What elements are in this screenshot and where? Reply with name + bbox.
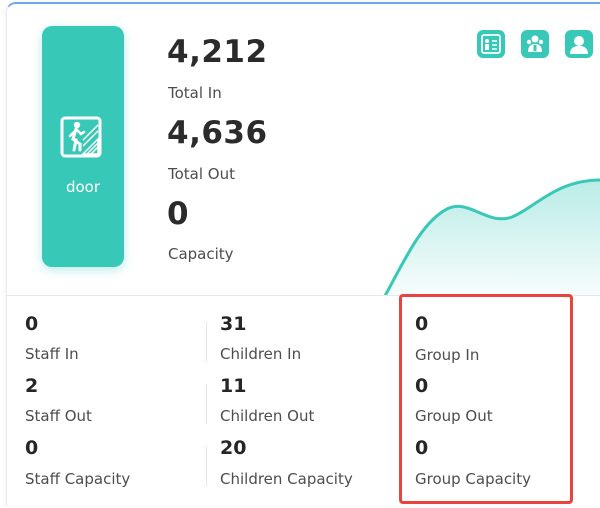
column-separator <box>206 384 207 424</box>
staff-in-label: Staff In <box>25 345 79 363</box>
staff-capacity-label: Staff Capacity <box>25 470 131 488</box>
group-highlight-box <box>399 294 573 504</box>
staff-in-value: 0 <box>25 313 39 335</box>
staff-out-value: 2 <box>25 375 39 397</box>
staff-capacity-value: 0 <box>25 437 39 459</box>
children-capacity-value: 20 <box>220 437 247 459</box>
column-separator <box>206 446 207 486</box>
staff-out-label: Staff Out <box>25 407 92 425</box>
column-separator <box>206 322 207 362</box>
door-stats-card: door 4,212 Total In 4,636 Total Out 0 Ca… <box>6 2 600 506</box>
children-in-value: 31 <box>220 313 247 335</box>
trend-wave <box>383 178 600 296</box>
children-out-label: Children Out <box>220 407 315 425</box>
children-out-value: 11 <box>220 375 247 397</box>
children-capacity-label: Children Capacity <box>220 470 353 488</box>
children-in-label: Children In <box>220 345 302 363</box>
